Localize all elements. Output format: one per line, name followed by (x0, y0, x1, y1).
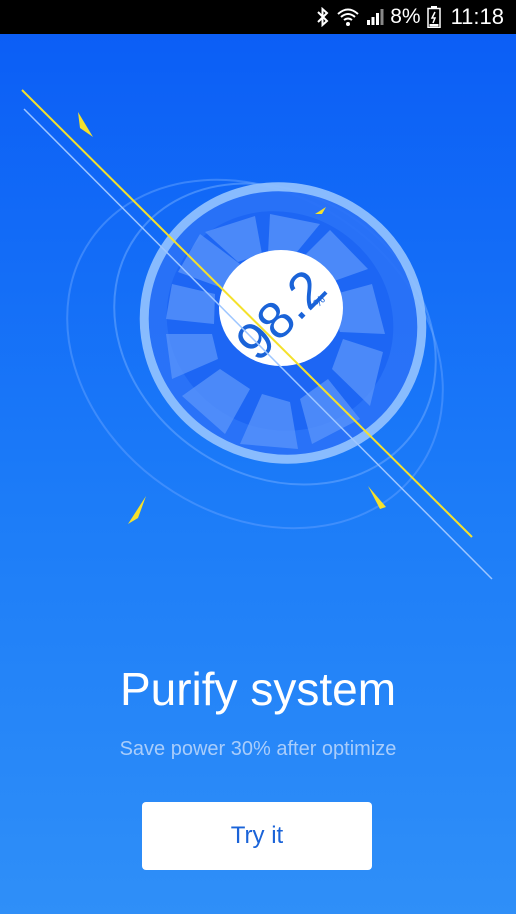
wifi-icon (336, 7, 360, 27)
gauge-illustration: 98.2 % (21, 89, 493, 580)
try-it-button[interactable]: Try it (142, 802, 372, 870)
bluetooth-icon (316, 7, 330, 27)
signal-icon (366, 8, 384, 26)
page-subtitle: Save power 30% after optimize (119, 738, 397, 760)
clock: 11:18 (450, 4, 504, 29)
onboarding-screen: 8% 11:18 98.2 % Purify system Save power… (0, 0, 516, 914)
battery-icon (426, 6, 441, 28)
page-title: Purify system (119, 663, 397, 715)
marker-right (368, 486, 386, 509)
battery-percent: 8% (390, 5, 421, 28)
status-bar: 8% 11:18 (0, 0, 516, 34)
marker-bottom-left (128, 496, 146, 524)
marker-top-left (78, 112, 93, 137)
